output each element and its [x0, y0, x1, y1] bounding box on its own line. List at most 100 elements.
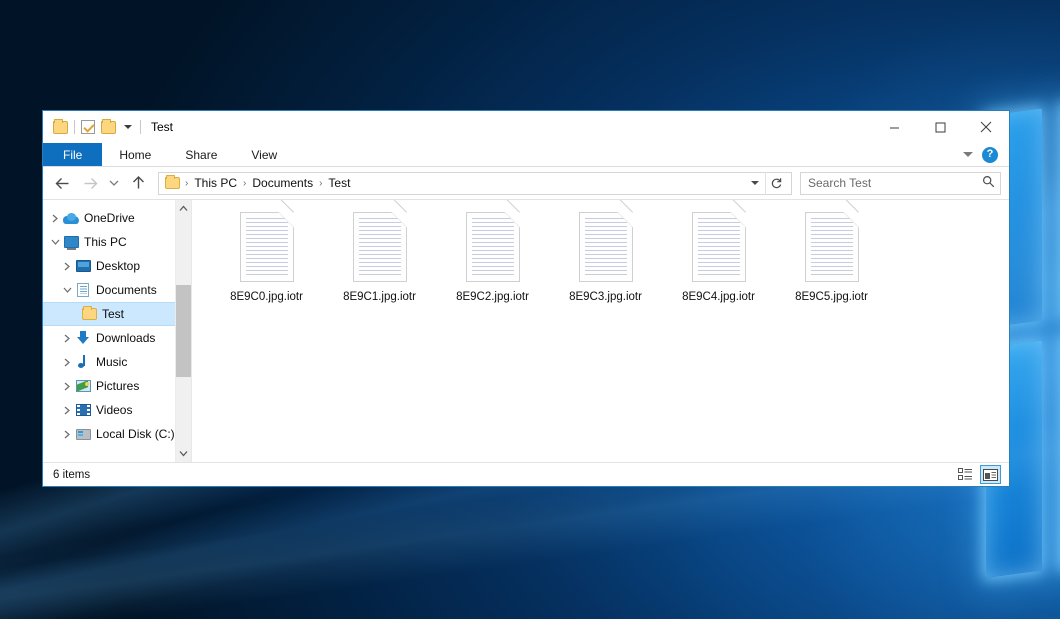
- sidebar-item-local-disk-c[interactable]: Local Disk (C:): [43, 422, 191, 446]
- file-explorer-window: Test File Home Share View ?: [42, 110, 1010, 487]
- file-name-label: 8E9C5.jpg.iotr: [795, 291, 868, 305]
- tab-file[interactable]: File: [43, 143, 102, 166]
- chevron-down-icon[interactable]: [963, 152, 973, 157]
- toolbar-divider: [140, 120, 141, 134]
- file-item[interactable]: 8E9C5.jpg.iotr: [775, 208, 888, 328]
- sidebar-item-desktop[interactable]: Desktop: [43, 254, 191, 278]
- tab-view[interactable]: View: [234, 143, 294, 166]
- sidebar-item-label: Documents: [96, 284, 157, 296]
- help-icon[interactable]: ?: [982, 147, 998, 163]
- sidebar-item-documents[interactable]: Documents: [43, 278, 191, 302]
- breadcrumb-separator: ›: [183, 178, 190, 189]
- generic-document-icon: [353, 212, 407, 282]
- file-item[interactable]: 8E9C4.jpg.iotr: [662, 208, 775, 328]
- sidebar-item-onedrive[interactable]: OneDrive: [43, 206, 191, 230]
- toolbar-divider: [74, 120, 75, 134]
- tab-share[interactable]: Share: [168, 143, 234, 166]
- breadcrumb-item-documents[interactable]: Documents: [248, 176, 317, 190]
- file-item[interactable]: 8E9C1.jpg.iotr: [323, 208, 436, 328]
- chevron-right-icon[interactable]: [59, 426, 75, 442]
- file-item[interactable]: 8E9C2.jpg.iotr: [436, 208, 549, 328]
- details-view-icon[interactable]: [955, 465, 976, 484]
- sidebar-item-music[interactable]: Music: [43, 350, 191, 374]
- navigation-pane: OneDrive This PC Desktop: [43, 200, 191, 462]
- scrollbar-track[interactable]: [176, 217, 192, 445]
- desktop-icon: [75, 258, 91, 274]
- pictures-icon: [75, 378, 91, 394]
- generic-document-icon: [240, 212, 294, 282]
- file-list[interactable]: 8E9C0.jpg.iotr 8E9C1.jpg.iotr: [191, 200, 1009, 462]
- breadcrumb-item-this-pc[interactable]: This PC: [190, 176, 241, 190]
- generic-document-icon: [579, 212, 633, 282]
- minimize-icon[interactable]: [871, 111, 917, 143]
- sidebar-item-label: Local Disk (C:): [96, 428, 175, 440]
- sidebar-item-downloads[interactable]: Downloads: [43, 326, 191, 350]
- sidebar-item-label: OneDrive: [84, 212, 135, 224]
- drive-icon: [75, 426, 91, 442]
- chevron-down-icon[interactable]: [124, 125, 132, 129]
- sidebar-item-this-pc[interactable]: This PC: [43, 230, 191, 254]
- breadcrumb-separator: ›: [241, 178, 248, 189]
- sidebar-item-videos[interactable]: Videos: [43, 398, 191, 422]
- sidebar-item-label: Music: [96, 356, 127, 368]
- chevron-down-icon[interactable]: [47, 234, 63, 250]
- search-icon[interactable]: [982, 175, 995, 191]
- title-bar: Test: [43, 111, 1009, 143]
- large-icons-view-icon[interactable]: [980, 465, 1001, 484]
- music-icon: [75, 354, 91, 370]
- ribbon-right-controls: ?: [963, 143, 1009, 166]
- breadcrumb-list: › This PC › Documents › Test: [183, 176, 747, 190]
- generic-document-icon: [466, 212, 520, 282]
- chevron-right-icon[interactable]: [59, 258, 75, 274]
- chevron-up-icon[interactable]: [176, 200, 192, 217]
- cloud-icon: [63, 210, 79, 226]
- chevron-down-icon[interactable]: [751, 181, 759, 185]
- status-bar: 6 items: [43, 462, 1009, 486]
- chevron-right-icon[interactable]: [47, 210, 63, 226]
- documents-icon: [75, 282, 91, 298]
- breadcrumb[interactable]: › This PC › Documents › Test: [158, 172, 792, 195]
- file-name-label: 8E9C4.jpg.iotr: [682, 291, 755, 305]
- chevron-right-icon[interactable]: [59, 330, 75, 346]
- view-mode-buttons: [955, 465, 1001, 484]
- window-title: Test: [151, 120, 173, 134]
- chevron-down-icon[interactable]: [59, 282, 75, 298]
- file-item[interactable]: 8E9C3.jpg.iotr: [549, 208, 662, 328]
- window-controls: [871, 111, 1009, 143]
- file-item[interactable]: 8E9C0.jpg.iotr: [210, 208, 323, 328]
- navigation-scrollbar[interactable]: [175, 200, 191, 462]
- up-button[interactable]: [125, 170, 151, 196]
- sidebar-item-label: Test: [102, 308, 124, 320]
- sidebar-item-label: This PC: [84, 236, 127, 248]
- chevron-right-icon[interactable]: [59, 354, 75, 370]
- new-folder-icon[interactable]: [101, 121, 116, 134]
- computer-icon: [63, 234, 79, 250]
- forward-button[interactable]: [77, 170, 103, 196]
- chevron-right-icon[interactable]: [59, 378, 75, 394]
- search-input[interactable]: [800, 172, 1001, 195]
- address-bar: › This PC › Documents › Test: [43, 167, 1009, 199]
- sidebar-item-pictures[interactable]: Pictures: [43, 374, 191, 398]
- close-icon[interactable]: [963, 111, 1009, 143]
- tab-home[interactable]: Home: [102, 143, 168, 166]
- folder-icon[interactable]: [53, 121, 68, 134]
- folder-icon: [81, 306, 97, 322]
- back-button[interactable]: [49, 170, 75, 196]
- search-field[interactable]: [808, 176, 982, 190]
- refresh-icon[interactable]: [765, 172, 787, 195]
- breadcrumb-item-test[interactable]: Test: [324, 176, 354, 190]
- sidebar-item-test[interactable]: Test: [43, 302, 191, 326]
- file-name-label: 8E9C0.jpg.iotr: [230, 291, 303, 305]
- chevron-down-icon[interactable]: [176, 445, 192, 462]
- sidebar-item-label: Downloads: [96, 332, 155, 344]
- generic-document-icon: [692, 212, 746, 282]
- file-name-label: 8E9C1.jpg.iotr: [343, 291, 416, 305]
- breadcrumb-separator: ›: [317, 178, 324, 189]
- recent-locations-button[interactable]: [105, 170, 123, 196]
- chevron-right-icon[interactable]: [59, 402, 75, 418]
- download-icon: [75, 330, 91, 346]
- properties-checkbox-icon[interactable]: [81, 120, 95, 134]
- sidebar-item-label: Pictures: [96, 380, 139, 392]
- maximize-icon[interactable]: [917, 111, 963, 143]
- scrollbar-thumb[interactable]: [176, 285, 192, 376]
